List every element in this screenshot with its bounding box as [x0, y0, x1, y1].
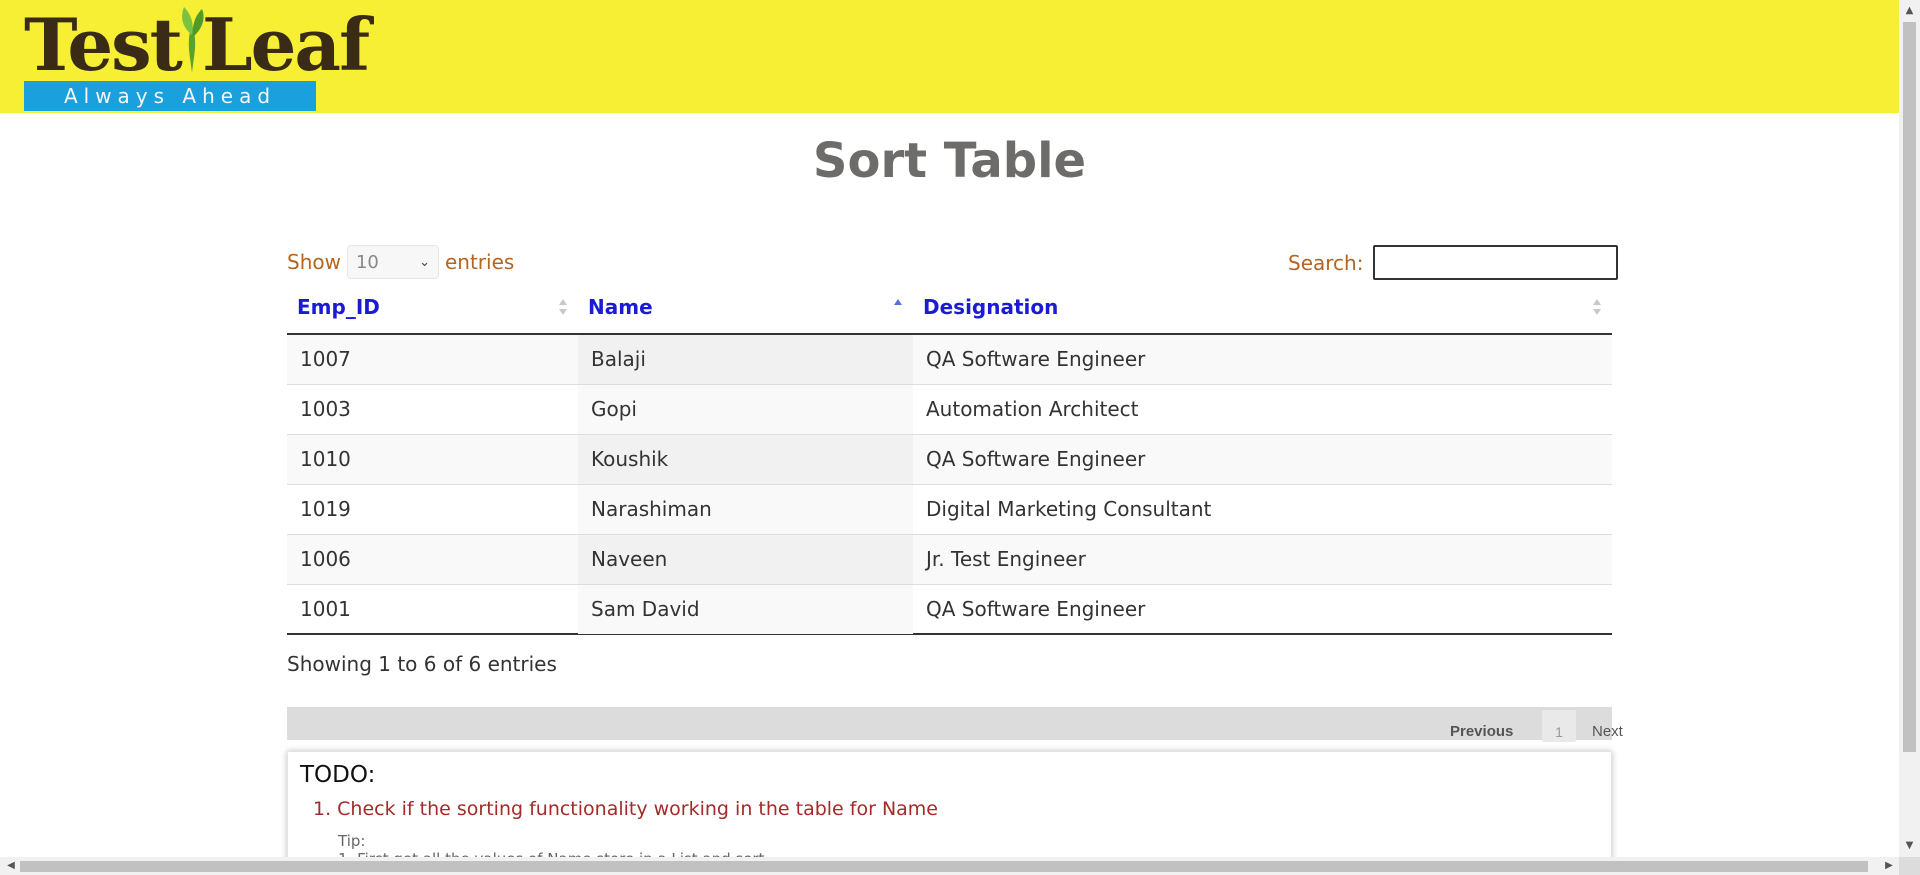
todo-item: 1. Check if the sorting functionality wo…: [313, 798, 938, 820]
todo-title: TODO:: [300, 762, 376, 788]
scrollbar-corner: [1899, 857, 1920, 875]
cell-designation: QA Software Engineer: [926, 597, 1146, 621]
cell-designation: Jr. Test Engineer: [926, 547, 1086, 571]
entries-label: entries: [444, 250, 515, 274]
cell-name: Sam David: [578, 585, 913, 634]
cell-emp-id: 1003: [300, 397, 351, 421]
cell-designation: QA Software Engineer: [926, 447, 1146, 471]
previous-button[interactable]: Previous: [1450, 723, 1513, 740]
cell-designation: QA Software Engineer: [926, 347, 1146, 371]
column-header-label: Designation: [923, 295, 1059, 319]
cell-emp-id: 1006: [300, 547, 351, 571]
logo-word-test: Test: [24, 2, 183, 87]
cell-name: Narashiman: [578, 485, 913, 534]
search-label: Search:: [1288, 250, 1364, 275]
scroll-down-icon[interactable]: ▼: [1899, 837, 1920, 855]
scroll-left-icon[interactable]: ◀: [2, 857, 20, 875]
entries-select[interactable]: 10 ⌄: [346, 245, 439, 279]
cell-emp-id: 1007: [300, 347, 351, 371]
chevron-down-icon: ⌄: [419, 254, 430, 270]
cell-designation: Automation Architect: [926, 397, 1139, 421]
cell-emp-id: 1001: [300, 597, 351, 621]
column-header-label: Name: [588, 295, 653, 319]
vertical-scrollbar[interactable]: ▲ ▼: [1899, 0, 1920, 857]
site-header: Test Leaf Always Ahead: [0, 0, 1899, 113]
column-header-designation[interactable]: Designation: [913, 283, 1612, 333]
table-row: 1003 Gopi Automation Architect: [287, 385, 1612, 435]
scroll-right-icon[interactable]: ▶: [1880, 857, 1898, 875]
cell-emp-id: 1010: [300, 447, 351, 471]
cell-name: Gopi: [578, 385, 913, 434]
search-control: Search:: [1288, 245, 1619, 280]
table-row: 1001 Sam David QA Software Engineer: [287, 585, 1612, 635]
entries-select-value: 10: [355, 251, 379, 273]
logo-word-leaf: Leaf: [202, 2, 370, 87]
horizontal-scrollbar[interactable]: ◀ ▶: [0, 857, 1899, 875]
table-header: Emp_ID Name Designation: [287, 283, 1612, 335]
logo-wordmark: Test Leaf: [24, 2, 370, 87]
table-row: 1006 Naveen Jr. Test Engineer: [287, 535, 1612, 585]
testleaf-logo[interactable]: Test Leaf Always Ahead: [24, 2, 370, 111]
table-row: 1010 Koushik QA Software Engineer: [287, 435, 1612, 485]
column-header-emp-id[interactable]: Emp_ID: [287, 283, 578, 333]
column-header-name[interactable]: Name: [578, 283, 913, 333]
column-header-label: Emp_ID: [297, 295, 380, 319]
page-1-button[interactable]: 1: [1542, 710, 1576, 742]
search-input[interactable]: [1373, 245, 1619, 280]
cell-emp-id: 1019: [300, 497, 351, 521]
cell-name: Balaji: [578, 335, 913, 384]
show-label: Show: [287, 250, 341, 274]
sort-both-icon: [559, 299, 567, 315]
logo-tagline-bar: Always Ahead: [24, 81, 316, 111]
employee-table: Emp_ID Name Designation 1007 Balaji QA S…: [287, 283, 1612, 635]
vertical-scroll-thumb[interactable]: [1903, 22, 1916, 752]
todo-panel: TODO: 1. Check if the sorting functional…: [287, 751, 1612, 861]
entries-length-control: Show 10 ⌄ entries: [287, 244, 514, 280]
sort-ascending-icon: [894, 299, 902, 305]
page-title: Sort Table: [812, 133, 1087, 189]
todo-tip-label: Tip:: [338, 832, 366, 850]
logo-tagline: Always Ahead: [63, 84, 277, 108]
horizontal-scroll-thumb[interactable]: [20, 861, 1868, 872]
cell-designation: Digital Marketing Consultant: [926, 497, 1212, 521]
cell-name: Koushik: [578, 435, 913, 484]
cell-name: Naveen: [578, 535, 913, 584]
next-button[interactable]: Next: [1592, 723, 1623, 740]
table-info: Showing 1 to 6 of 6 entries: [287, 652, 557, 676]
sort-both-icon: [1593, 299, 1601, 315]
scroll-up-icon[interactable]: ▲: [1899, 2, 1920, 20]
pagination-bar: Previous 1 Next: [287, 707, 1623, 742]
table-row: 1019 Narashiman Digital Marketing Consul…: [287, 485, 1612, 535]
table-row: 1007 Balaji QA Software Engineer: [287, 335, 1612, 385]
